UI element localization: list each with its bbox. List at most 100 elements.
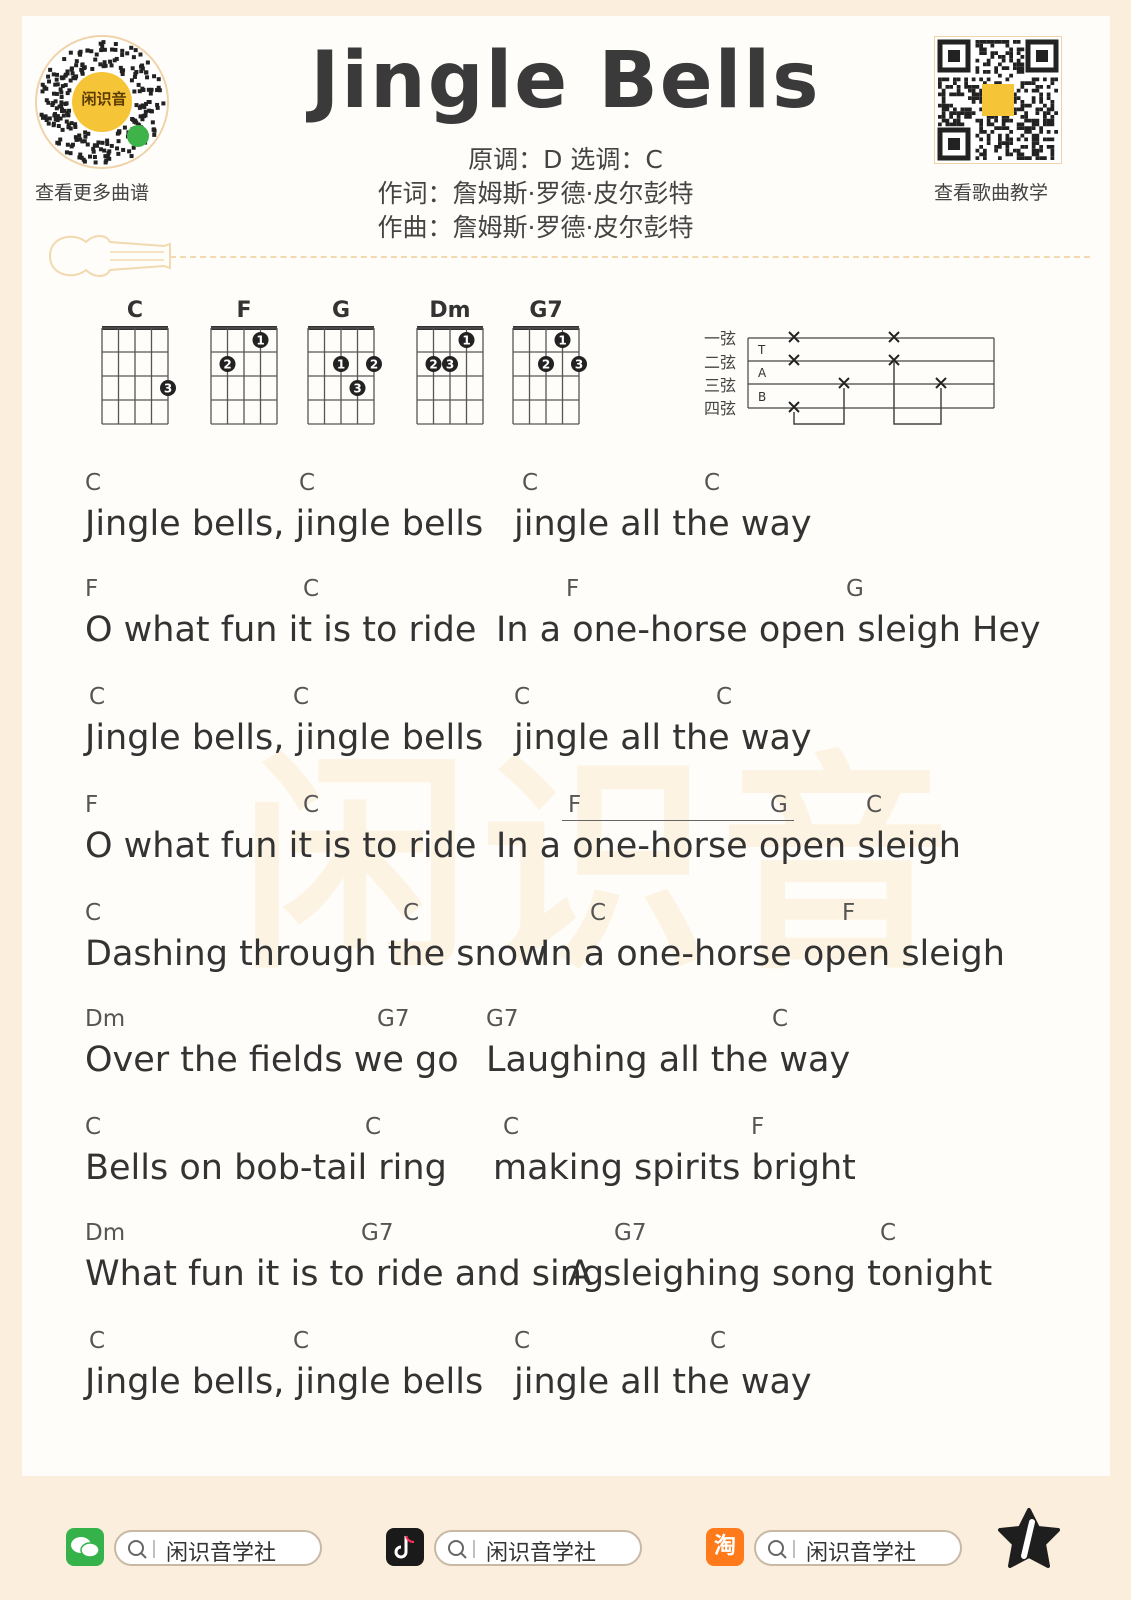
chord-symbol: F [751, 1114, 765, 1140]
chord-symbol: C [866, 792, 883, 818]
lyric-line-8-right: A sleighing song tonight [568, 1254, 993, 1294]
finger-dot: 1 [458, 332, 475, 348]
chord-symbol: C [303, 576, 320, 602]
tab-letter-t: T [757, 343, 766, 357]
strum-tab: 一弦 二弦 三弦 四弦 T A B [704, 329, 995, 425]
chord-grid-4: 12 3 [512, 326, 587, 425]
chord-symbol: C [299, 470, 316, 496]
chord-symbol: C [293, 684, 310, 710]
chord-symbol: G7 [361, 1220, 394, 1246]
chord-symbol: C [303, 792, 320, 818]
svg-text:3: 3 [446, 358, 454, 372]
svg-text:2: 2 [429, 358, 437, 372]
svg-text:3: 3 [164, 382, 172, 396]
tab-string-1-label: 一弦 [704, 329, 736, 348]
svg-text:3: 3 [353, 382, 361, 396]
chord-symbol: C [89, 1328, 106, 1354]
douyin-account-name: 闲识音学社 [486, 1541, 597, 1566]
chord-symbol: C [503, 1114, 520, 1140]
chord-symbol: C [704, 470, 721, 496]
lyric-line-6-right: Laughing all the way [486, 1040, 851, 1080]
finger-dot: 3 [160, 380, 176, 396]
finger-dot: 2 [366, 356, 382, 372]
wechat-search-pill[interactable]: 闲识音学社 [114, 1530, 322, 1566]
chord-symbol: G [846, 576, 864, 602]
lyric-line-9-left: Jingle bells, jingle bells [85, 1362, 484, 1402]
chord-symbol: C [85, 1114, 102, 1140]
svg-text:1: 1 [462, 334, 470, 348]
finger-dot: 3 [571, 356, 587, 372]
tie-line [562, 820, 794, 821]
chord-symbol: Dm [85, 1006, 126, 1032]
chord-name-1: F [236, 298, 252, 323]
lyric-line-1-left: Jingle bells, jingle bells [85, 504, 484, 544]
lyric-line-6-left: Over the fields we go [85, 1040, 459, 1080]
taobao-icon[interactable]: 淘 [706, 1528, 744, 1566]
finger-dot: 2 [425, 356, 442, 372]
chord-symbol: C [85, 470, 102, 496]
search-icon [128, 1540, 155, 1559]
svg-text:1: 1 [256, 334, 264, 348]
tab-string-3-label: 三弦 [704, 376, 736, 395]
svg-text:3: 3 [575, 358, 583, 372]
header-divider [170, 256, 1090, 258]
chord-symbol: C [716, 684, 733, 710]
brand-logo-icon [998, 1508, 1060, 1568]
lyric-line-2-left: O what fun it is to ride [85, 610, 477, 650]
tab-string-4-label: 四弦 [704, 399, 736, 418]
song-title: Jingle Bells [310, 36, 821, 126]
finger-dot: 3 [349, 380, 366, 396]
chord-grid-1: 12 [210, 326, 278, 425]
lyric-line-3-left: Jingle bells, jingle bells [85, 718, 484, 758]
chord-grid-0: 3 [101, 326, 176, 425]
chord-symbol: F [568, 792, 582, 818]
chord-symbol: C [514, 1328, 531, 1354]
lyric-line-4-right: In a one-horse open sleigh [496, 826, 961, 866]
search-icon [448, 1540, 475, 1559]
finger-dot: 1 [333, 356, 349, 372]
chord-symbol: G [770, 792, 788, 818]
chord-grid-3: 1 2 3 [416, 326, 484, 425]
lyric-line-8-left: What fun it is to ride and sing [85, 1254, 605, 1294]
chord-symbol: Dm [85, 1220, 126, 1246]
chord-symbol: F [566, 576, 580, 602]
finger-dot: 2 [219, 356, 236, 372]
chord-symbol: C [293, 1328, 310, 1354]
tab-letter-b: B [758, 390, 766, 404]
chord-symbol: C [772, 1006, 789, 1032]
chord-symbol: F [842, 900, 856, 926]
taobao-account-name: 闲识音学社 [806, 1541, 917, 1566]
chord-name-2: G [331, 298, 351, 323]
chord-symbol: C [590, 900, 607, 926]
svg-text:2: 2 [370, 358, 378, 372]
chord-name-3: Dm [429, 298, 471, 323]
chord-symbol: F [85, 792, 99, 818]
chord-symbol: C [365, 1114, 382, 1140]
lyric-line-2-right: In a one-horse open sleigh Hey [496, 610, 1041, 650]
douyin-search-pill[interactable]: 闲识音学社 [434, 1530, 642, 1566]
svg-text:2: 2 [542, 358, 550, 372]
lyric-line-4-left: O what fun it is to ride [85, 826, 477, 866]
lyricist-info: 作词：詹姆斯·罗德·皮尔彭特 [377, 179, 694, 208]
ukulele-icon [48, 235, 171, 277]
lyric-line-5-right: In a one-horse open sleigh [540, 934, 1005, 974]
search-icon [768, 1540, 795, 1559]
finger-dot: 3 [442, 356, 458, 372]
chord-grid-2: 1 23 [307, 326, 382, 425]
lyric-line-9-right: jingle all the way [514, 1362, 812, 1402]
finger-dot: 1 [554, 332, 571, 348]
finger-dot: 2 [538, 356, 554, 372]
chord-name-4: G7 [529, 298, 563, 323]
lyric-line-7-left: Bells on bob-tail ring [85, 1148, 447, 1188]
key-info: 原调：D 选调：C [468, 145, 663, 174]
tab-string-2-label: 二弦 [704, 353, 736, 372]
wechat-icon[interactable] [66, 1528, 104, 1566]
taobao-search-pill[interactable]: 闲识音学社 [754, 1530, 962, 1566]
lyric-line-3-right: jingle all the way [514, 718, 812, 758]
chord-symbol: G7 [486, 1006, 519, 1032]
finger-dot: 1 [252, 332, 269, 348]
chord-symbol: C [85, 900, 102, 926]
chord-symbol: C [710, 1328, 727, 1354]
douyin-icon[interactable] [386, 1528, 424, 1566]
lyric-line-7-right: making spirits bright [493, 1148, 856, 1188]
